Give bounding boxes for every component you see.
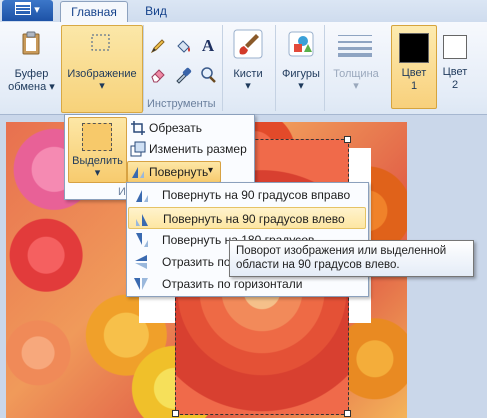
menu-icon [15, 2, 32, 15]
separator [275, 25, 276, 111]
chevron-down-icon: ▾ [245, 80, 251, 92]
chevron-down-icon: ▾ [208, 165, 214, 176]
clipboard-button[interactable]: Буфер обмена ▾ [4, 26, 59, 110]
resize-label: Изменить размер [149, 142, 247, 156]
selection-handle[interactable] [344, 136, 351, 143]
tab-home[interactable]: Главная [60, 1, 128, 23]
separator [143, 25, 144, 111]
crop-menu-item[interactable]: Обрезать [127, 118, 251, 138]
chevron-down-icon: ▾ [353, 80, 359, 92]
fill-bucket-icon[interactable] [172, 35, 194, 57]
separator [222, 25, 223, 111]
separator [324, 25, 325, 111]
color1-label-1: Цвет [401, 67, 427, 79]
crop-label: Обрезать [149, 121, 202, 135]
resize-menu-item[interactable]: Изменить размер [127, 139, 251, 159]
size-button[interactable]: Толщина ▾ [328, 26, 384, 110]
brushes-button[interactable]: Кисти ▾ [226, 26, 270, 110]
rotate-right-item[interactable]: Повернуть на 90 градусов вправо [128, 184, 366, 206]
chevron-down-icon: ▾ [298, 80, 304, 92]
rotate-left-icon [134, 211, 151, 227]
image-group-label-fragment: И [118, 186, 126, 198]
tools-group-label: Инструменты [147, 98, 216, 110]
image-button[interactable]: Изображение ▾ [61, 25, 143, 113]
text-tool-glyph: A [201, 36, 215, 55]
rotate-right-icon [133, 187, 150, 203]
brush-icon [232, 28, 264, 60]
shapes-button[interactable]: Фигуры ▾ [280, 26, 322, 110]
rotate-icon [130, 164, 146, 180]
resize-icon [130, 141, 146, 157]
shapes-icon [287, 30, 315, 58]
rotate-left-label: Повернуть на 90 градусов влево [163, 212, 345, 226]
rotate-left-item[interactable]: Повернуть на 90 градусов влево [128, 207, 366, 229]
clipboard-label-2: обмена [8, 81, 47, 93]
chevron-down-icon: ▾ [99, 80, 105, 92]
chevron-down-icon: ▾ [49, 81, 55, 93]
tab-view[interactable]: Вид [136, 1, 176, 22]
color1-label-2: 1 [410, 80, 418, 92]
color2-button[interactable]: Цвет 2 [438, 26, 472, 108]
crop-icon [130, 120, 146, 136]
selection-handle[interactable] [172, 410, 179, 417]
rotate-right-label: Повернуть на 90 градусов вправо [162, 188, 351, 202]
rotate-180-icon [133, 232, 150, 248]
rotate-button[interactable]: Повернуть ▾ [127, 161, 221, 183]
app-menu-button[interactable]: ▾ [2, 0, 53, 21]
color1-button[interactable]: Цвет 1 [391, 25, 437, 109]
color1-swatch [399, 33, 429, 63]
selection-handle[interactable] [344, 410, 351, 417]
flip-vertical-icon [133, 254, 150, 270]
color2-label-1: Цвет [442, 66, 468, 78]
chevron-down-icon: ▾ [94, 167, 101, 179]
color2-label-2: 2 [451, 79, 459, 91]
tooltip-text: Поворот изображения или выделенной облас… [236, 245, 447, 271]
pencil-icon[interactable] [147, 35, 169, 57]
select-button[interactable]: Выделить ▾ [68, 117, 127, 183]
clipboard-icon [20, 30, 42, 56]
rotate-label: Повернуть [149, 165, 209, 179]
app-menu-arrow: ▾ [34, 4, 40, 16]
tab-home-label: Главная [71, 5, 117, 19]
color2-swatch [443, 35, 467, 59]
flip-horizontal-icon [133, 276, 150, 292]
select-rect-icon [82, 123, 112, 151]
tooltip: Поворот изображения или выделенной облас… [229, 240, 474, 277]
color-picker-icon[interactable] [172, 64, 194, 86]
line-width-icon [336, 32, 374, 58]
select-rect-icon [89, 32, 113, 54]
clipboard-label-1: Буфер [14, 68, 49, 80]
flip-horizontal-label: Отразить по горизонтали [162, 277, 303, 291]
magnifier-icon[interactable] [197, 64, 219, 86]
text-icon[interactable]: A [197, 35, 219, 57]
tab-view-label: Вид [145, 4, 167, 18]
eraser-icon[interactable] [147, 64, 169, 86]
